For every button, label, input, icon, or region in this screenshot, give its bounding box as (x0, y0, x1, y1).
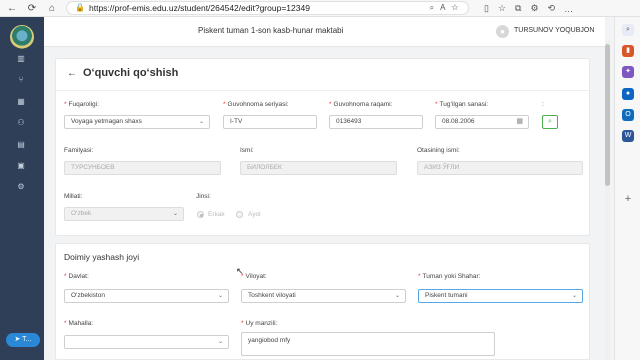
chat-button[interactable]: ➤ T... (6, 333, 40, 347)
country-label: * Davlat: (64, 273, 89, 280)
chevron-down-icon: ⌄ (217, 339, 223, 345)
nationality-select[interactable]: O‘zbek ⌄ (64, 207, 184, 221)
residence-card: Doimiy yashash joyi * Davlat: O‘zbekiston… (55, 243, 590, 360)
search-button[interactable]: ⌕ (542, 115, 558, 129)
address-actions: ⌕A☆ (429, 3, 464, 12)
avatar[interactable]: ● (496, 25, 509, 38)
mouse-cursor: ↖ (236, 266, 244, 276)
more-icon[interactable]: … (564, 4, 573, 14)
branch-icon[interactable]: ⑂ (15, 74, 27, 86)
address-textarea[interactable]: yangiobod mfy (241, 332, 495, 356)
gender-male-label: Erkak (208, 211, 225, 218)
tools-icon[interactable]: ✦ (622, 66, 634, 78)
address-bar[interactable]: 🔒 https://prof-emis.edu.uz/student/26454… (66, 1, 469, 15)
name-input[interactable]: БИЛОЛБЕК (240, 161, 397, 175)
region-select[interactable]: Toshkent viloyati ⌄ (241, 289, 406, 303)
cert-number-label: * Guvohnoma raqami: (329, 101, 393, 108)
chevron-down-icon: ⌄ (571, 293, 577, 299)
people-icon[interactable]: ⚇ (15, 117, 27, 129)
address-label: * Uy manzili: (241, 320, 278, 327)
surname-input[interactable]: ТУРСУНБОЕВ (64, 161, 221, 175)
history-icon[interactable]: ⟲ (548, 3, 556, 14)
title-divider (56, 90, 589, 91)
browser-side-panel: ⌕ ▮ ✦ ● O W + (614, 17, 640, 360)
cert-series-label: * Guvohnoma seriyasi: (223, 101, 289, 108)
home-icon[interactable]: ⌂ (44, 0, 60, 16)
cert-series-input[interactable]: I-TV (223, 115, 317, 129)
outlook-icon[interactable]: O (622, 109, 634, 121)
district-label: * Tuman yoki Shahar: (418, 273, 481, 280)
chat-label: T... (22, 336, 32, 343)
chevron-down-icon: ⌄ (217, 293, 223, 299)
shopping-icon[interactable]: ▮ (622, 45, 634, 57)
url-text: https://prof-emis.edu.uz/student/264542/… (89, 3, 310, 13)
calendar-icon[interactable]: ▦ (516, 116, 523, 128)
district-select[interactable]: Piskent tumani ⌄ (418, 289, 583, 303)
collections-icon[interactable]: ⧉ (515, 3, 521, 14)
back-nav-icon[interactable]: ← (4, 0, 20, 16)
name-label: Ismi: (240, 147, 254, 154)
patronymic-input[interactable]: АЗИЗ ЎҒЛИ (417, 161, 583, 175)
browser-actions: ▯ ☆ ⧉ ⚙ ⟲ … (484, 0, 573, 17)
nationality-label: Millati: (64, 193, 83, 200)
search-icon[interactable]: ⌕ (622, 24, 634, 36)
citizenship-label: * Fuqaroligi: (64, 101, 99, 108)
chevron-down-icon: ⌄ (172, 211, 178, 217)
back-arrow-icon[interactable]: ← (67, 68, 77, 79)
extra-label: : (542, 101, 544, 108)
refresh-icon[interactable]: ⟳ (24, 0, 40, 16)
gender-label: Jinsi: (196, 193, 211, 200)
chevron-down-icon: ⌄ (198, 119, 204, 125)
chart-icon[interactable]: ▥ (15, 53, 27, 65)
office-icon[interactable]: W (622, 130, 634, 142)
chevron-down-icon: ⌄ (394, 293, 400, 299)
gender-male-radio[interactable] (197, 211, 204, 218)
mahalla-select[interactable]: ⌄ (64, 335, 229, 349)
birth-date-label: * Tug‘ilgan sanasi: (435, 101, 489, 108)
school-name: Piskent tuman 1-son kasb-hunar maktabi (198, 26, 344, 35)
country-select[interactable]: O‘zbekiston ⌄ (64, 289, 229, 303)
student-form-card: ← O‘quvchi qo‘shish * Fuqaroligi: Voyaga … (55, 58, 590, 236)
emblem-logo (10, 25, 34, 49)
scrollbar-thumb[interactable] (605, 44, 610, 186)
gender-female-label: Ayol (248, 211, 261, 218)
left-sidebar: ▥ ⑂ ▦ ⚇ ▤ ▣ ⚙ (0, 17, 44, 360)
citizenship-select[interactable]: Voyaga yetmagan shaxs ⌄ (64, 115, 210, 129)
add-icon[interactable]: + (622, 193, 634, 205)
building-icon[interactable]: ▦ (15, 96, 27, 108)
birth-date-input[interactable]: 08.08.2006 ▦ (435, 115, 529, 129)
telegram-icon: ➤ (14, 336, 21, 343)
section-title: Doimiy yashash joyi (64, 252, 140, 262)
gender-female-radio[interactable] (236, 211, 243, 218)
cert-number-input[interactable]: 0136493 (329, 115, 423, 129)
favorites-icon[interactable]: ☆ (498, 3, 506, 14)
lock-icon: 🔒 (75, 3, 85, 12)
settings-icon[interactable]: ⚙ (15, 181, 27, 193)
mahalla-label: * Mahalla: (64, 320, 94, 327)
games-icon[interactable]: ● (622, 88, 634, 100)
page-title: O‘quvchi qo‘shish (83, 67, 179, 79)
patronymic-label: Otasining ismi: (417, 147, 460, 154)
page-header: Piskent tuman 1-son kasb-hunar maktabi ●… (44, 17, 605, 47)
book-icon[interactable]: ▣ (15, 160, 27, 172)
region-label: * Viloyat: (241, 273, 267, 280)
extensions-icon[interactable]: ⚙ (530, 3, 538, 14)
split-screen-icon[interactable]: ▯ (484, 3, 489, 14)
search-icon: ⌕ (548, 118, 552, 125)
surname-label: Familyasi: (64, 147, 94, 154)
user-name[interactable]: TURSUNOV YOQUBJON (514, 27, 594, 34)
document-icon[interactable]: ▤ (15, 139, 27, 151)
